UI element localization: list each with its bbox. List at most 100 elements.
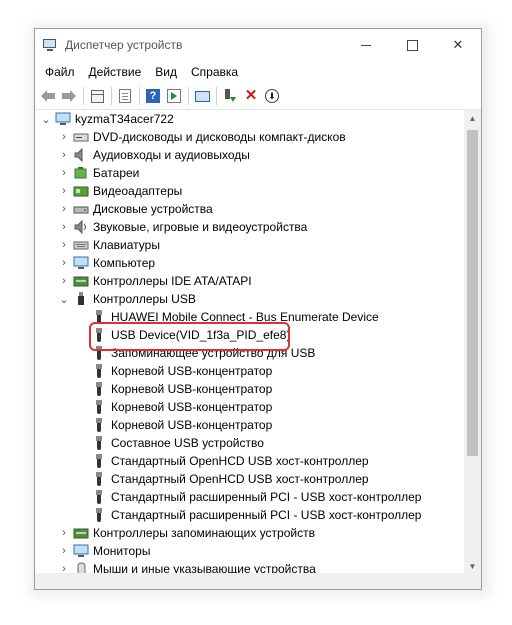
device-manager-window: Диспетчер устройств ✕ Файл Действие Вид … xyxy=(34,28,482,590)
title-bar: Диспетчер устройств ✕ xyxy=(35,29,481,61)
disable-device-button[interactable]: ⬇ xyxy=(262,86,282,106)
usb-device-item[interactable]: Корневой USB-концентратор xyxy=(35,380,465,398)
usb-device-label: Стандартный OpenHCD USB хост-контроллер xyxy=(111,472,369,486)
chevron-down-icon[interactable]: ⌄ xyxy=(39,110,53,128)
computer-icon xyxy=(55,112,71,125)
category-label: Компьютер xyxy=(93,256,156,270)
tree-root-label: kyzmaT34acer722 xyxy=(75,112,174,126)
ide-controller-icon xyxy=(73,276,89,287)
usb-device-item[interactable]: Стандартный расширенный PCI - USB хост-к… xyxy=(35,506,465,524)
chevron-right-icon[interactable]: › xyxy=(57,254,71,272)
maximize-icon xyxy=(406,39,418,51)
category-label: Клавиатуры xyxy=(93,238,160,252)
chevron-right-icon[interactable]: › xyxy=(57,182,71,200)
scroll-up-icon[interactable]: ▲ xyxy=(464,110,481,127)
chevron-right-icon[interactable]: › xyxy=(57,236,71,254)
chevron-right-icon[interactable]: › xyxy=(57,542,71,560)
usb-device-label: Стандартный расширенный PCI - USB хост-к… xyxy=(111,490,422,504)
tree-category[interactable]: › Дисковые устройства xyxy=(35,200,465,218)
category-label: Батареи xyxy=(93,166,140,180)
usb-device-item[interactable]: Стандартный OpenHCD USB хост-контроллер xyxy=(35,470,465,488)
help-icon: ? xyxy=(146,89,160,103)
storage-controller-icon xyxy=(73,528,89,539)
toolbar: ? ✕ ⬇ xyxy=(35,83,481,110)
minimize-button[interactable] xyxy=(343,29,389,61)
tree-category[interactable]: › Мониторы xyxy=(35,542,465,560)
chevron-down-icon[interactable]: ⌄ xyxy=(57,290,71,308)
computer-icon xyxy=(73,256,89,269)
keyboard-icon xyxy=(73,241,89,250)
scan-hardware-button[interactable] xyxy=(192,86,212,106)
menu-file[interactable]: Файл xyxy=(38,65,82,79)
usb-device-item[interactable]: Стандартный OpenHCD USB хост-контроллер xyxy=(35,452,465,470)
action-pane-button[interactable] xyxy=(164,86,184,106)
usb-plug-icon xyxy=(91,490,107,504)
close-button[interactable]: ✕ xyxy=(435,29,481,61)
help-button[interactable]: ? xyxy=(143,86,163,106)
chevron-right-icon[interactable]: › xyxy=(57,218,71,236)
forward-arrow-icon xyxy=(62,90,76,102)
usb-plug-icon xyxy=(91,436,107,450)
usb-device-item[interactable]: Корневой USB-концентратор xyxy=(35,362,465,380)
tree-category[interactable]: › Контроллеры IDE ATA/ATAPI xyxy=(35,272,465,290)
tree-category[interactable]: › Контроллеры запоминающих устройств xyxy=(35,524,465,542)
chevron-right-icon[interactable]: › xyxy=(57,524,71,542)
show-hide-console-tree-button[interactable] xyxy=(87,86,107,106)
category-label: Дисковые устройства xyxy=(93,202,213,216)
sound-icon xyxy=(74,220,86,234)
usb-plug-icon xyxy=(91,508,107,522)
menu-help[interactable]: Справка xyxy=(184,65,245,79)
tree-category[interactable]: ⌄ Контроллеры USB xyxy=(35,290,465,308)
usb-plug-icon xyxy=(91,418,107,432)
chevron-right-icon[interactable]: › xyxy=(57,128,71,146)
usb-device-label: Стандартный OpenHCD USB хост-контроллер xyxy=(111,454,369,468)
usb-plug-icon xyxy=(91,400,107,414)
usb-device-label: Корневой USB-концентратор xyxy=(111,382,273,396)
category-label: Звуковые, игровые и видеоустройства xyxy=(93,220,308,234)
usb-device-label: Стандартный расширенный PCI - USB хост-к… xyxy=(111,508,422,522)
update-driver-icon xyxy=(225,89,236,102)
category-label: DVD-дисководы и дисководы компакт-дисков xyxy=(93,130,346,144)
horizontal-scrollbar[interactable] xyxy=(35,573,481,589)
uninstall-x-icon: ✕ xyxy=(244,87,258,104)
battery-icon xyxy=(74,167,87,179)
chevron-right-icon[interactable]: › xyxy=(57,272,71,290)
back-button[interactable] xyxy=(38,86,58,106)
disk-drive-icon xyxy=(73,206,89,214)
usb-plug-icon xyxy=(91,382,107,396)
menu-bar: Файл Действие Вид Справка xyxy=(35,61,481,83)
menu-action[interactable]: Действие xyxy=(82,65,149,79)
tree-category[interactable]: › Звуковые, игровые и видеоустройства xyxy=(35,218,465,236)
tree-category[interactable]: › Клавиатуры xyxy=(35,236,465,254)
usb-device-label: Корневой USB-концентратор xyxy=(111,364,273,378)
tree-category[interactable]: › Видеоадаптеры xyxy=(35,182,465,200)
vertical-scrollbar[interactable]: ▲ ▼ xyxy=(464,110,481,575)
toolbar-separator xyxy=(83,87,84,105)
tree-category[interactable]: › DVD-дисководы и дисководы компакт-диск… xyxy=(35,128,465,146)
usb-device-item[interactable]: Составное USB устройство xyxy=(35,434,465,452)
update-driver-button[interactable] xyxy=(220,86,240,106)
speaker-icon xyxy=(74,148,83,162)
tree-root[interactable]: ⌄ kyzmaT34acer722 xyxy=(35,110,465,128)
menu-view[interactable]: Вид xyxy=(148,65,184,79)
uninstall-device-button[interactable]: ✕ xyxy=(241,86,261,106)
tree-category[interactable]: › Компьютер xyxy=(35,254,465,272)
minimize-icon xyxy=(361,44,371,46)
properties-button[interactable] xyxy=(115,86,135,106)
maximize-button[interactable] xyxy=(389,29,435,61)
console-tree-icon xyxy=(90,89,104,103)
scrollbar-thumb[interactable] xyxy=(467,130,478,456)
usb-device-item[interactable]: Корневой USB-концентратор xyxy=(35,398,465,416)
usb-device-item[interactable]: Корневой USB-концентратор xyxy=(35,416,465,434)
category-label: Контроллеры USB xyxy=(93,292,196,306)
selected-device-highlight xyxy=(89,322,290,351)
usb-device-item[interactable]: Стандартный расширенный PCI - USB хост-к… xyxy=(35,488,465,506)
forward-button[interactable] xyxy=(59,86,79,106)
device-manager-app-icon xyxy=(43,38,57,52)
tree-category[interactable]: › Аудиовходы и аудиовыходы xyxy=(35,146,465,164)
chevron-right-icon[interactable]: › xyxy=(57,164,71,182)
category-label: Видеоадаптеры xyxy=(93,184,183,198)
tree-category[interactable]: › Батареи xyxy=(35,164,465,182)
chevron-right-icon[interactable]: › xyxy=(57,200,71,218)
chevron-right-icon[interactable]: › xyxy=(57,146,71,164)
